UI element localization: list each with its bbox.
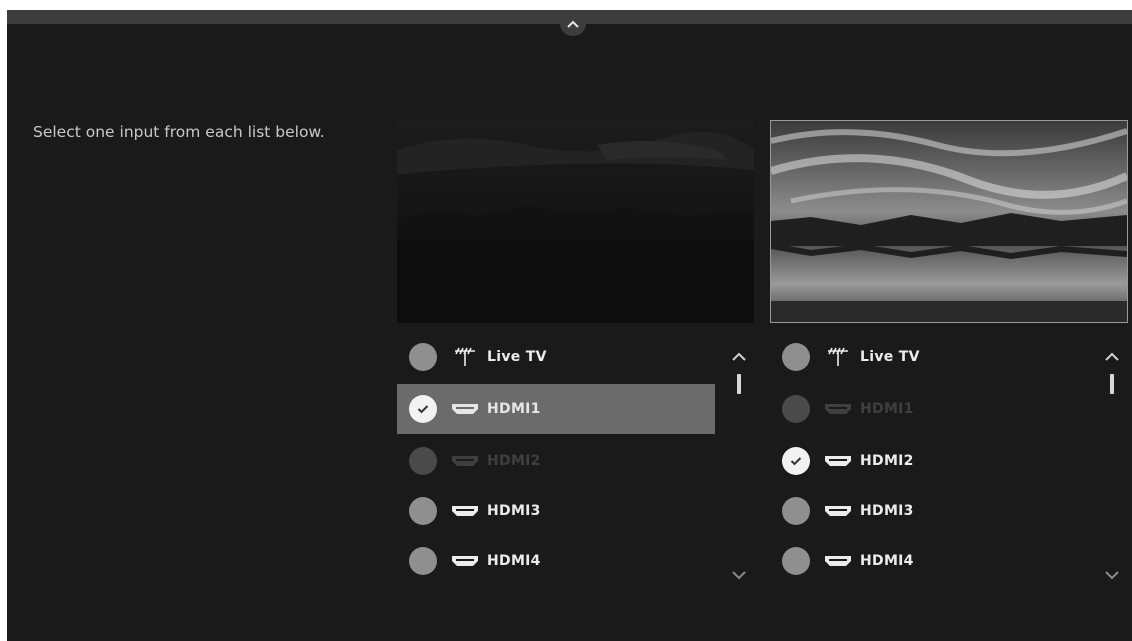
hdmi-icon — [449, 451, 481, 471]
scroll-down-icon[interactable] — [731, 570, 747, 580]
list-item-hdmi4[interactable]: HDMI4 — [397, 536, 715, 586]
list-item-live-tv[interactable]: Live TV — [397, 332, 715, 382]
list-item-hdmi3[interactable]: HDMI3 — [770, 486, 1088, 536]
preview-right — [770, 120, 1128, 323]
radio-button-disabled — [782, 395, 810, 423]
list-item-live-tv[interactable]: Live TV — [770, 332, 1088, 382]
input-list-right[interactable]: Live TV HDMI1 HDMI2 HDMI3 HDMI4 — [770, 332, 1126, 592]
scroll-up-icon[interactable] — [1104, 352, 1120, 362]
list-item-label: HDMI4 — [860, 553, 914, 569]
list-item-label: HDMI2 — [487, 453, 541, 469]
hdmi-icon — [822, 451, 854, 471]
list-item-hdmi2: HDMI2 — [397, 436, 715, 486]
hdmi-icon — [449, 501, 481, 521]
scrollbar-thumb[interactable] — [737, 374, 741, 394]
radio-button-checked[interactable] — [409, 395, 437, 423]
input-list-left[interactable]: Live TV HDMI1 HDMI2 HDMI3 HDMI4 — [397, 332, 753, 592]
hdmi-icon — [822, 501, 854, 521]
list-item-label: Live TV — [487, 349, 547, 365]
list-item-label: Live TV — [860, 349, 920, 365]
landscape-image-dark — [397, 120, 754, 323]
list-item-hdmi3[interactable]: HDMI3 — [397, 486, 715, 536]
radio-button-checked[interactable] — [782, 447, 810, 475]
list-item-hdmi4[interactable]: HDMI4 — [770, 536, 1088, 586]
scroll-up-icon[interactable] — [731, 352, 747, 362]
list-item-label: HDMI3 — [487, 503, 541, 519]
hdmi-icon — [449, 399, 481, 419]
list-item-label: HDMI1 — [860, 401, 914, 417]
hdmi-icon — [449, 551, 481, 571]
hdmi-icon — [822, 399, 854, 419]
landscape-image — [771, 121, 1127, 322]
radio-button[interactable] — [782, 497, 810, 525]
antenna-icon — [822, 347, 854, 367]
list-item-hdmi1[interactable]: HDMI1 — [397, 384, 715, 434]
hdmi-icon — [822, 551, 854, 571]
tv-screen: Select one input from each list below. L… — [7, 10, 1132, 641]
radio-button[interactable] — [409, 497, 437, 525]
list-item-label: HDMI2 — [860, 453, 914, 469]
radio-button-disabled — [409, 447, 437, 475]
checkmark-icon — [417, 405, 429, 414]
radio-button[interactable] — [782, 547, 810, 575]
scrollbar-thumb[interactable] — [1110, 374, 1114, 394]
list-item-hdmi2[interactable]: HDMI2 — [770, 436, 1088, 486]
list-item-label: HDMI3 — [860, 503, 914, 519]
radio-button[interactable] — [409, 343, 437, 371]
radio-button[interactable] — [782, 343, 810, 371]
instruction-text: Select one input from each list below. — [33, 123, 325, 141]
list-item-label: HDMI4 — [487, 553, 541, 569]
list-item-hdmi1: HDMI1 — [770, 384, 1088, 434]
scroll-down-icon[interactable] — [1104, 570, 1120, 580]
radio-button[interactable] — [409, 547, 437, 575]
collapse-button[interactable] — [560, 12, 586, 36]
list-item-label: HDMI1 — [487, 401, 541, 417]
preview-left — [397, 120, 754, 323]
chevron-up-icon — [567, 20, 579, 28]
antenna-icon — [449, 347, 481, 367]
checkmark-icon — [790, 457, 802, 466]
